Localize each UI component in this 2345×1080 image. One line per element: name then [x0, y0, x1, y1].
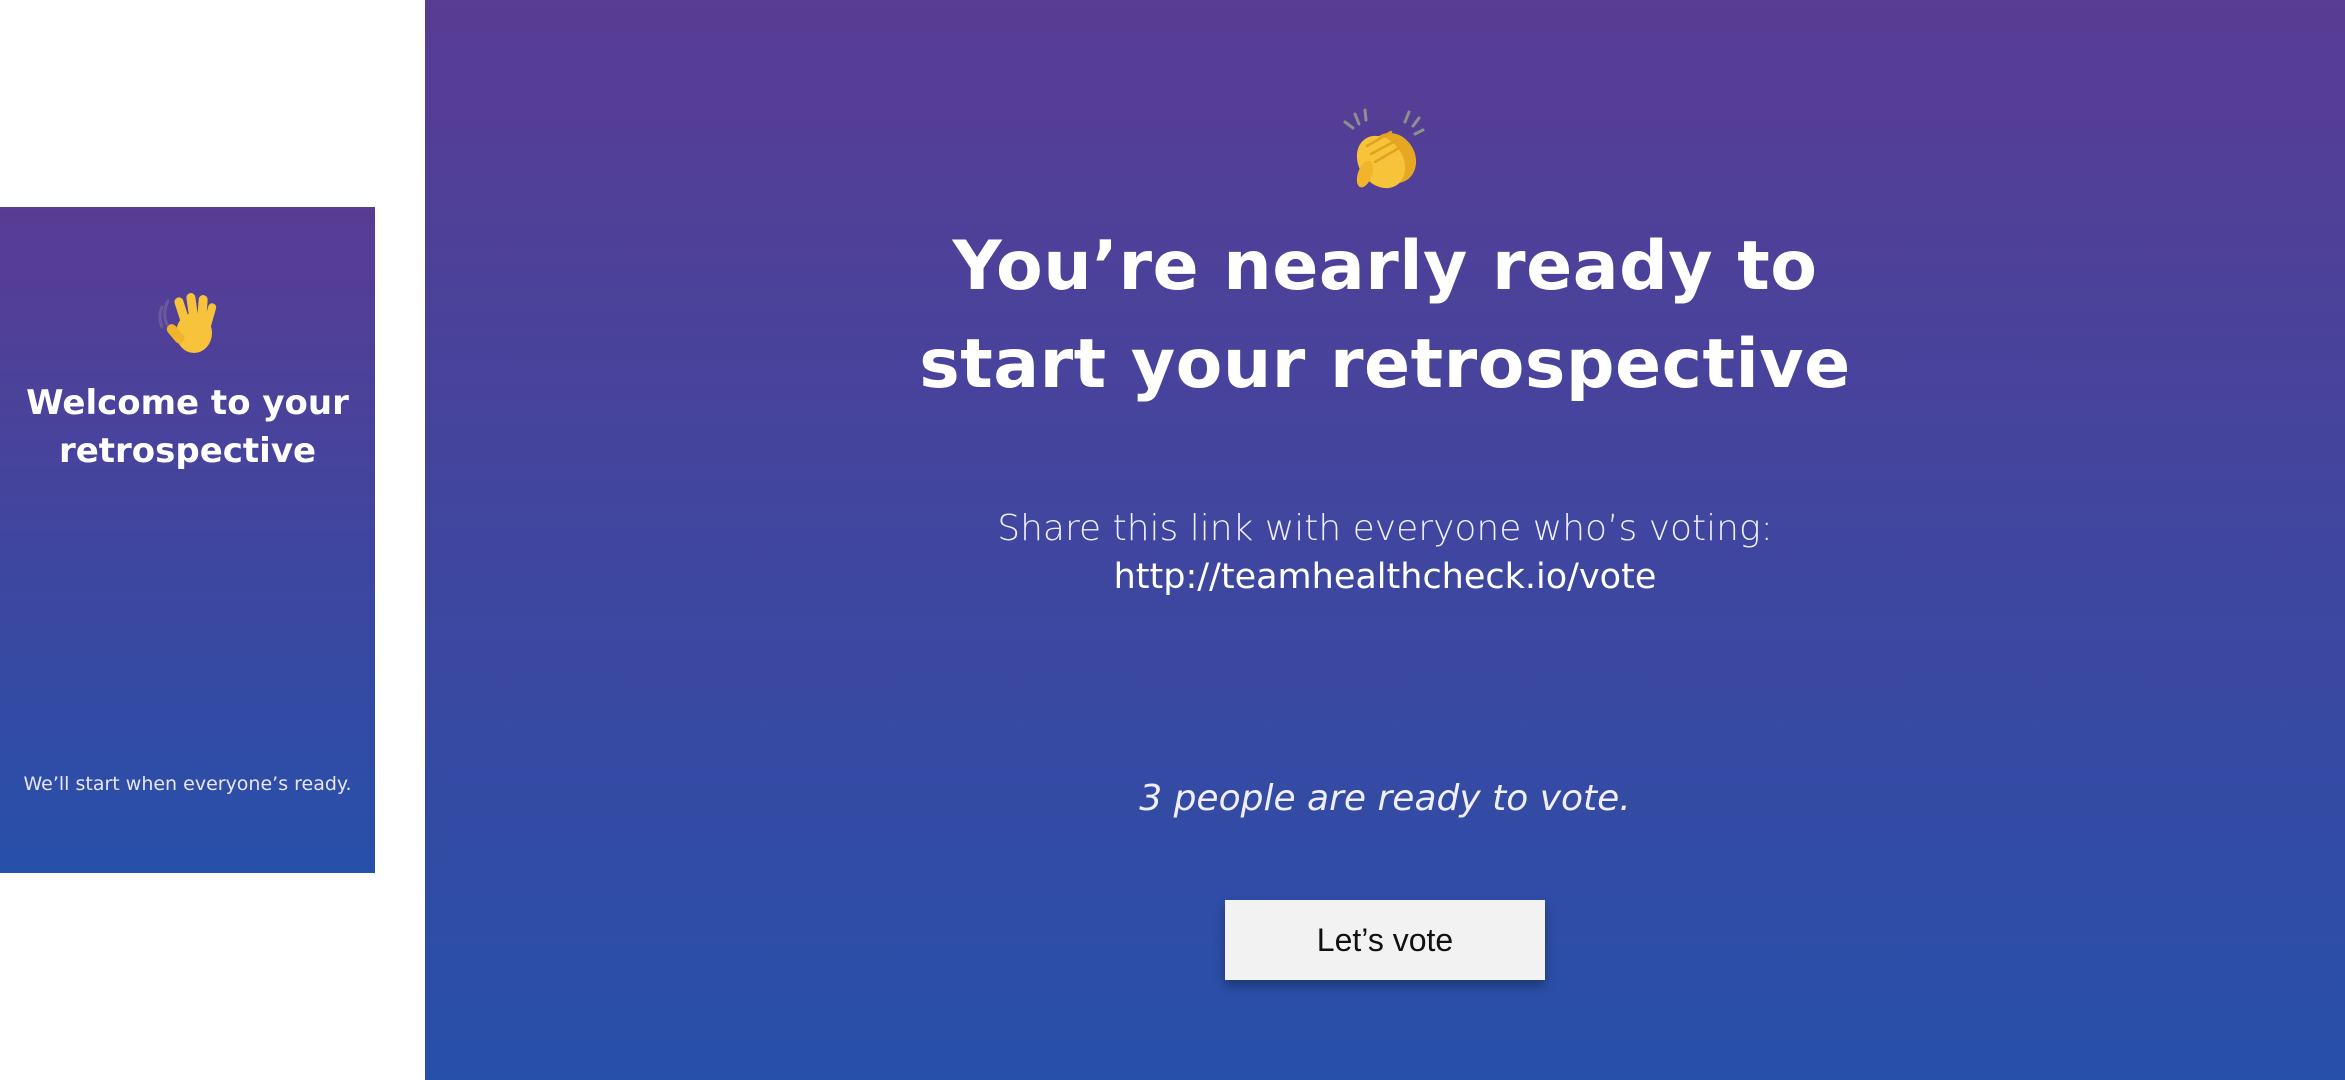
share-link[interactable]: http://teamhealthcheck.io/vote [1114, 553, 1657, 601]
page-heading: You’re nearly ready to start your retros… [425, 218, 2345, 414]
waiting-message: We’ll start when everyone’s ready. [23, 773, 352, 795]
phone-preview: Welcome to your retrospective We’ll star… [0, 207, 375, 873]
share-label: Share this link with everyone who’s voti… [997, 508, 1773, 549]
heading-text: You’re nearly ready to start your retros… [919, 227, 1851, 404]
waving-hand-icon [0, 283, 375, 363]
clapping-hands-icon [425, 100, 2345, 200]
share-section: Share this link with everyone who’s voti… [425, 505, 2345, 601]
welcome-title: Welcome to your retrospective [26, 383, 349, 471]
screen: Welcome to your retrospective We’ll star… [0, 0, 2345, 1080]
main-panel: You’re nearly ready to start your retros… [425, 0, 2345, 1080]
ready-count-text: 3 people are ready to vote. [1139, 778, 1631, 819]
lets-vote-button[interactable]: Let’s vote [1225, 900, 1545, 980]
